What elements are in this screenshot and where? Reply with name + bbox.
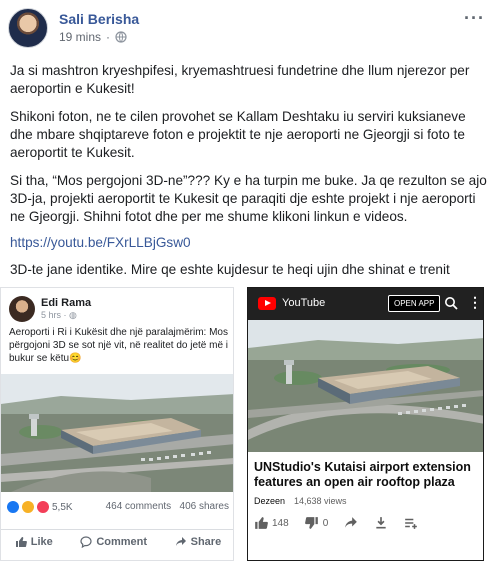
thumbs-up-icon <box>255 517 268 529</box>
post-meta: 19 mins · <box>59 30 127 44</box>
globe-icon <box>115 31 127 43</box>
youtube-top-bar: YouTube OPEN APP ⋮ <box>248 288 483 320</box>
comment-icon <box>80 535 92 548</box>
love-reaction-icon <box>37 501 49 513</box>
reactions[interactable]: 5,5K <box>7 501 73 513</box>
share-icon <box>175 536 186 546</box>
thumbs-down-icon <box>304 517 318 529</box>
thumbs-up-icon <box>15 536 27 547</box>
view-count: 14,638 views <box>294 496 347 506</box>
youtube-screenshot[interactable]: YouTube OPEN APP ⋮ UNStudio's Kutaisi ai… <box>247 287 484 561</box>
more-options-icon[interactable]: ··· <box>464 8 485 29</box>
dislike-count: 0 <box>322 517 329 529</box>
video-title[interactable]: UNStudio's Kutaisi airport extension fea… <box>254 460 480 490</box>
youtube-logo-icon <box>258 297 276 310</box>
video-thumbnail-illustration <box>248 320 483 452</box>
author-name[interactable]: Sali Berisha <box>59 11 139 27</box>
download-icon <box>376 517 386 529</box>
download-video-button[interactable] <box>374 516 388 530</box>
like-reaction-icon <box>7 501 19 513</box>
share-label: Share <box>190 535 222 548</box>
post-paragraph-3: Si tha, “Mos pergojoni 3D-ne”??? Ky e ha… <box>10 173 487 224</box>
like-count: 148 <box>272 517 289 529</box>
post-time[interactable]: 19 mins <box>59 30 101 44</box>
dislike-video-button[interactable]: 0 <box>304 516 329 530</box>
open-app-button[interactable]: OPEN APP <box>388 295 441 312</box>
share-video-button[interactable] <box>344 516 358 530</box>
more-vertical-icon[interactable]: ⋮ <box>468 294 482 311</box>
share-button[interactable]: Share <box>175 535 222 548</box>
video-link[interactable]: https://youtu.be/FXrLLBjGsw0 <box>10 234 488 252</box>
video-actions: 148 0 <box>254 516 480 530</box>
globe-icon-small: ◍ <box>69 310 77 320</box>
edi-rama-time: 5 hrs · ◍ <box>41 310 77 321</box>
post-paragraph-2: Shikoni foton, ne te cilen provohet se K… <box>10 109 466 160</box>
reactions-count: 5,5K <box>52 501 73 513</box>
facebook-screenshot[interactable]: Edi Rama 5 hrs · ◍ Aeroporti i Ri i Kukë… <box>0 287 234 561</box>
video-thumbnail[interactable] <box>248 320 483 452</box>
post-paragraph-4: 3D-te jane identike. Mire qe eshte kujde… <box>10 262 450 277</box>
add-to-playlist-icon <box>405 518 418 529</box>
post-paragraph-1: Ja si mashtron kryeshpifesi, kryemashtru… <box>10 63 470 96</box>
post-header: Sali Berisha 19 mins · ··· <box>8 8 489 52</box>
comments-count[interactable]: 464 comments <box>106 501 172 512</box>
edi-rama-time-text: 5 hrs · <box>41 310 70 320</box>
share-arrow-icon <box>345 517 358 528</box>
airport-render-image <box>1 374 233 492</box>
comment-button[interactable]: Comment <box>80 536 147 548</box>
meta-separator: · <box>106 30 111 44</box>
edi-rama-caption: Aeroporti i Ri i Kukësit dhe një paralaj… <box>9 327 229 364</box>
facebook-actions: Like Comment Share <box>1 529 233 553</box>
shares-count[interactable]: 406 shares <box>180 501 229 512</box>
like-button[interactable]: Like <box>15 536 53 548</box>
author-avatar[interactable] <box>8 8 48 48</box>
edi-rama-avatar <box>9 296 35 322</box>
airport-render-illustration <box>1 374 233 492</box>
search-icon[interactable] <box>444 296 458 310</box>
like-video-button[interactable]: 148 <box>254 516 289 530</box>
like-label: Like <box>30 535 53 548</box>
youtube-app-name: YouTube <box>282 297 326 309</box>
channel-name[interactable]: Dezeen <box>254 496 285 506</box>
comment-label: Comment <box>96 535 148 548</box>
save-video-button[interactable] <box>404 516 418 530</box>
edi-rama-name: Edi Rama <box>41 297 92 309</box>
haha-reaction-icon <box>22 501 34 513</box>
video-info: UNStudio's Kutaisi airport extension fea… <box>248 452 483 560</box>
comments-shares: 464 comments 406 shares <box>106 501 229 512</box>
